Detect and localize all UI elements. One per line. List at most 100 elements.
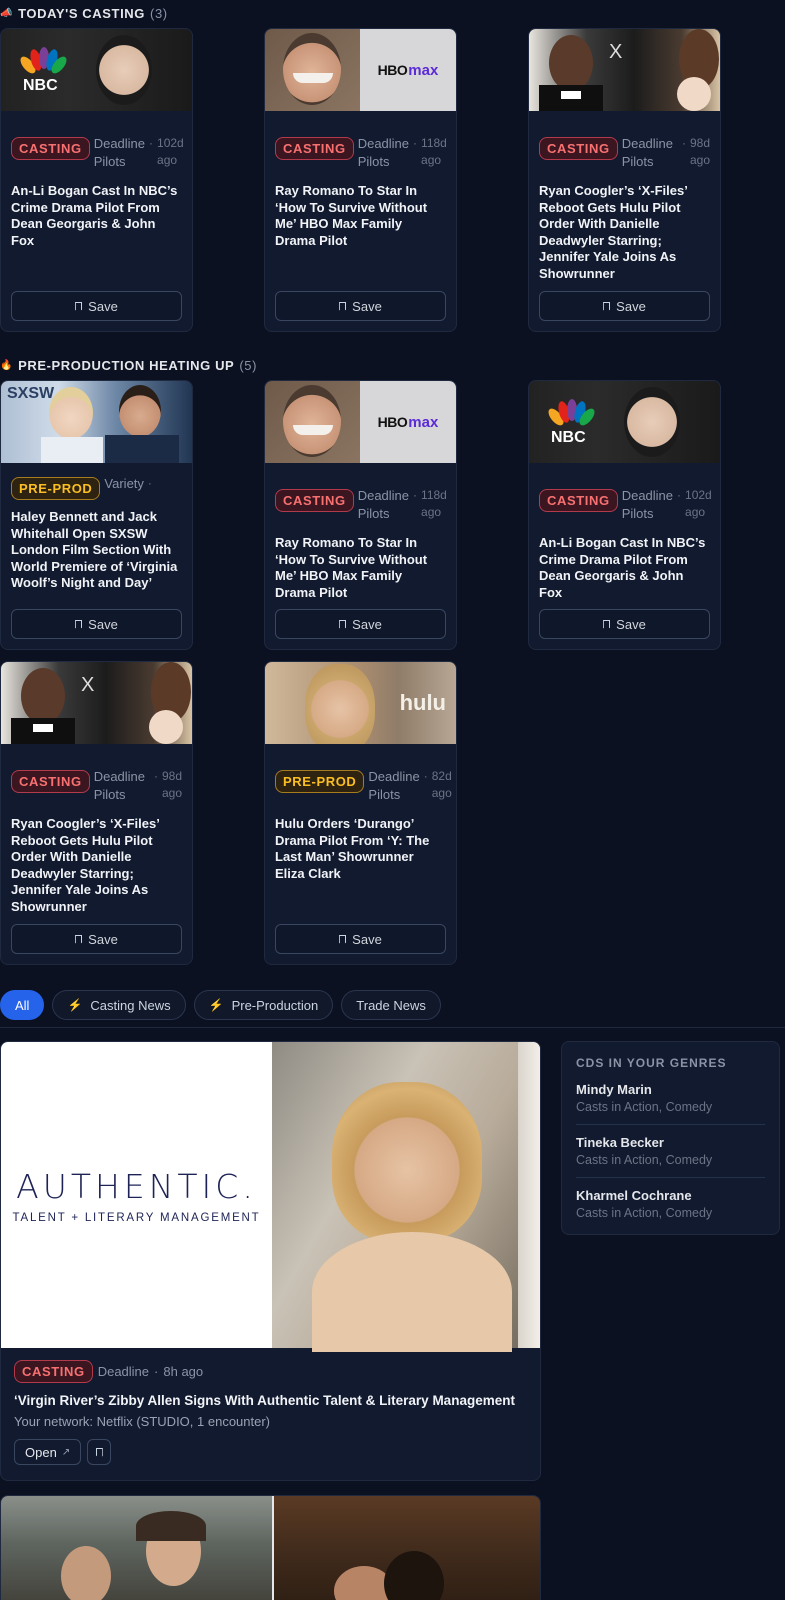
card-source: Deadline Pilots — [357, 488, 410, 521]
save-button[interactable]: Save — [11, 291, 182, 321]
filter-label: Trade News — [356, 997, 426, 1013]
hbo-text: HBO — [377, 62, 408, 78]
filter-label: Casting News — [90, 997, 171, 1013]
card-thumbnail: NBC — [529, 381, 720, 463]
card-title[interactable]: Hulu Orders ‘Durango’ Drama Pilot From ‘… — [265, 816, 456, 882]
filter-casting-news[interactable]: ⚡ Casting News — [52, 990, 186, 1020]
thumbnail-image: NBC — [529, 381, 720, 463]
card-time: 102d ago — [157, 136, 184, 167]
save-button[interactable]: Save — [275, 924, 446, 954]
card-meta: CASTING Deadline Pilots · 98d ago — [529, 135, 720, 175]
section-count: (5) — [239, 357, 258, 373]
category-badge: CASTING — [275, 137, 354, 160]
save-button[interactable]: Save — [539, 291, 710, 321]
card-meta: PRE-PROD Deadline Pilots · 82d ago — [265, 768, 456, 808]
category-badge: PRE-PROD — [11, 477, 101, 500]
news-card[interactable]: hulu PRE-PROD Deadline Pilots · 82d ago … — [264, 661, 457, 965]
nbc-peacock-icon — [17, 47, 70, 76]
separator: · — [677, 488, 682, 502]
separator: · — [413, 136, 418, 150]
card-source: Deadline Pilots — [93, 136, 146, 169]
article-image: AUTHENTIC. TALENT + LITERARY MANAGEMENT — [1, 1042, 540, 1352]
thumbnail-image: NBC — [1, 29, 192, 111]
article-card[interactable] — [0, 1495, 541, 1600]
open-button[interactable]: Open ↗ — [14, 1439, 82, 1465]
article-image — [1, 1496, 540, 1600]
cd-genres: Casts in Action, Comedy — [576, 1100, 713, 1114]
card-time: 98d ago — [689, 136, 710, 167]
filter-all[interactable]: All — [0, 990, 45, 1020]
separator: · — [153, 769, 158, 783]
separator: · — [147, 476, 152, 490]
card-thumbnail: X — [529, 29, 720, 111]
category-badge: CASTING — [275, 489, 354, 512]
save-label: Save — [352, 298, 382, 314]
nbc-peacock-icon — [545, 399, 598, 428]
save-button[interactable]: Save — [11, 609, 182, 639]
sxsw-logo-text: SXSW — [7, 385, 55, 402]
card-source: Deadline Pilots — [368, 769, 420, 802]
save-label: Save — [352, 616, 382, 632]
category-badge: CASTING — [539, 489, 618, 512]
separator: · — [149, 136, 154, 150]
card-title[interactable]: An-Li Bogan Cast In NBC’s Crime Drama Pi… — [1, 183, 192, 249]
card-source: Deadline Pilots — [621, 136, 674, 169]
card-meta: CASTING Deadline Pilots · 102d ago — [1, 135, 192, 175]
nbc-logo-text: NBC — [23, 77, 58, 94]
news-card[interactable]: HBO max CASTING Deadline Pilots · 118d a… — [264, 380, 457, 650]
card-title[interactable]: Ray Romano To Star In ‘How To Survive Wi… — [265, 535, 456, 601]
bookmark-icon — [603, 301, 611, 311]
category-badge: PRE-PROD — [275, 770, 365, 793]
save-button[interactable]: Save — [275, 291, 446, 321]
news-card[interactable]: X CASTING Deadline Pilots · 98d ago Ryan… — [528, 28, 721, 332]
card-meta: CASTING Deadline Pilots · 98d ago — [1, 768, 192, 808]
article-title[interactable]: ‘Virgin River’s Zibby Allen Signs With A… — [14, 1393, 527, 1408]
news-card[interactable]: NBC CASTING Deadline Pilots · 102d ago A… — [0, 28, 193, 332]
news-card[interactable]: X CASTING Deadline Pilots · 98d ago Ryan… — [0, 661, 193, 965]
bookmark-icon — [339, 934, 347, 944]
filter-label: All — [15, 997, 30, 1013]
card-time: 102d ago — [685, 488, 712, 519]
filter-pre-production[interactable]: ⚡ Pre-Production — [193, 990, 334, 1020]
category-badge: CASTING — [11, 770, 90, 793]
article-source: Deadline — [97, 1363, 150, 1379]
card-title[interactable]: An-Li Bogan Cast In NBC’s Crime Drama Pi… — [529, 535, 720, 601]
save-label: Save — [88, 298, 118, 314]
hbo-text: HBO — [377, 414, 408, 430]
card-meta: CASTING Deadline Pilots · 118d ago — [265, 487, 456, 527]
bookmark-icon — [95, 1447, 103, 1457]
card-title[interactable]: Ray Romano To Star In ‘How To Survive Wi… — [265, 183, 456, 249]
filter-trade-news[interactable]: Trade News — [341, 990, 441, 1020]
cd-item[interactable]: Mindy Marin Casts in Action, Comedy — [576, 1082, 765, 1125]
card-title[interactable]: Ryan Coogler’s ‘X-Files’ Reboot Gets Hul… — [529, 183, 720, 282]
featured-article-card[interactable]: AUTHENTIC. TALENT + LITERARY MANAGEMENT … — [0, 1041, 541, 1481]
card-title[interactable]: Ryan Coogler’s ‘X-Files’ Reboot Gets Hul… — [1, 816, 192, 915]
max-text: max — [408, 413, 439, 431]
bookmark-icon — [339, 619, 347, 629]
portrait-photo — [272, 1042, 540, 1352]
card-thumbnail: X — [1, 662, 192, 744]
card-meta: PRE-PROD Variety · — [1, 475, 192, 501]
news-card[interactable]: HBO max CASTING Deadline Pilots · 118d a… — [264, 28, 457, 332]
megaphone-icon: 📣 — [0, 7, 14, 19]
news-card[interactable]: SXSW PRE-PROD Variety · Haley Bennett an… — [0, 380, 193, 650]
card-time: 98d ago — [161, 769, 182, 800]
network-note: Your network: Netflix (STUDIO, 1 encount… — [14, 1414, 271, 1429]
section-count: (3) — [150, 5, 168, 21]
cd-item[interactable]: Tineka Becker Casts in Action, Comedy — [576, 1135, 765, 1178]
article-time: 8h ago — [163, 1363, 204, 1379]
bookmark-button[interactable] — [87, 1439, 112, 1465]
authentic-logo: AUTHENTIC. TALENT + LITERARY MANAGEMENT — [1, 1042, 272, 1348]
save-button[interactable]: Save — [275, 609, 446, 639]
cd-name: Tineka Becker — [576, 1135, 664, 1150]
cd-item[interactable]: Kharmel Cochrane Casts in Action, Comedy — [576, 1188, 765, 1220]
save-button[interactable]: Save — [11, 924, 182, 954]
news-card[interactable]: NBC CASTING Deadline Pilots · 102d ago A… — [528, 380, 721, 650]
divider — [0, 1027, 785, 1028]
card-title[interactable]: Haley Bennett and Jack Whitehall Open SX… — [1, 509, 192, 592]
hbomax-logo: HBO max — [360, 29, 456, 111]
save-button[interactable]: Save — [539, 609, 710, 639]
section-title: PRE-PRODUCTION HEATING UP — [18, 357, 235, 373]
lightning-icon: ⚡ — [67, 998, 83, 1012]
separator: · — [423, 769, 428, 783]
